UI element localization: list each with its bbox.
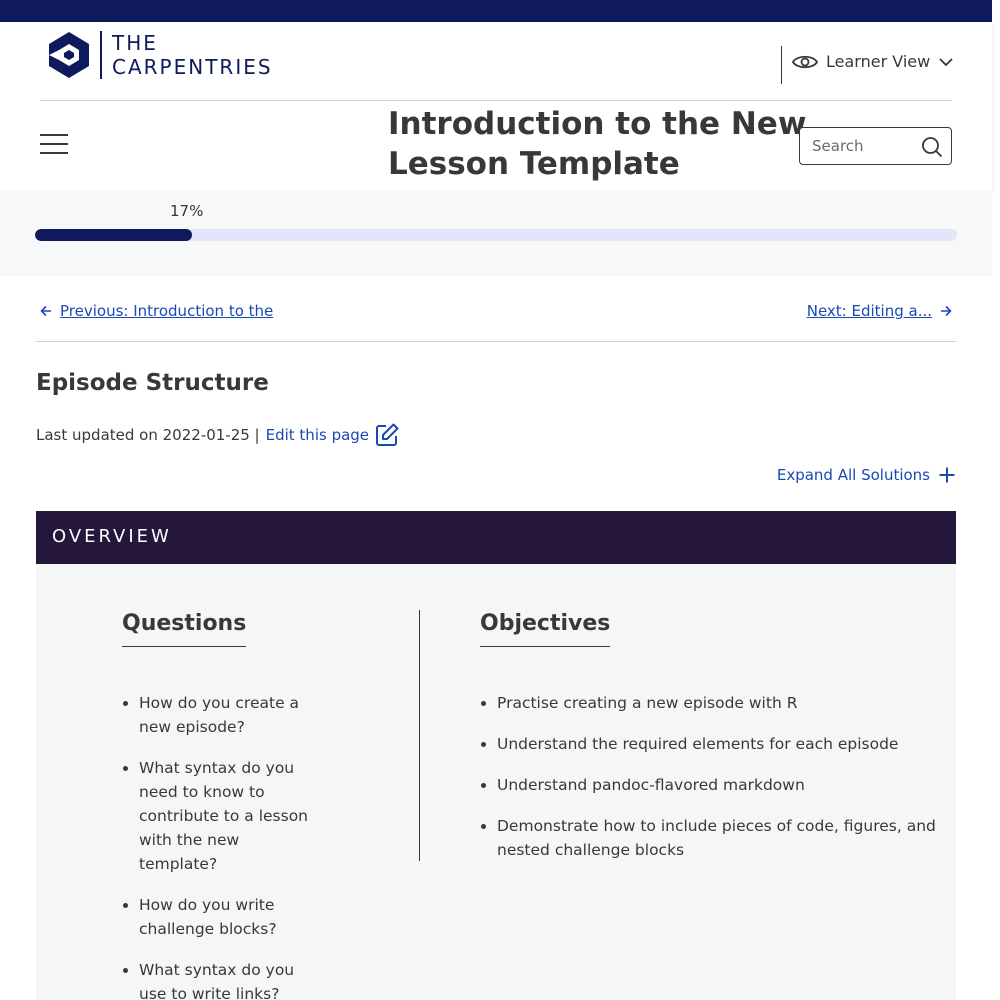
progress-fill [35, 229, 192, 241]
top-strip [0, 0, 992, 22]
search-icon[interactable] [921, 136, 943, 158]
objectives-heading: Objectives [480, 611, 611, 647]
arrow-right-icon [941, 305, 952, 317]
overview-heading: OVERVIEW [52, 526, 172, 547]
hamburger-line [40, 152, 68, 154]
carpentries-logo[interactable]: THE CARPENTRIES [44, 30, 273, 80]
chevron-down-icon [939, 57, 953, 66]
header-divider [40, 100, 952, 101]
logo-divider [100, 31, 102, 79]
eye-icon [792, 55, 818, 68]
question-item: What syntax do you need to know to contr… [139, 756, 311, 876]
edit-page-link[interactable]: Edit this page [266, 423, 399, 447]
episode-navigation: Previous: Introduction to the Next: Edit… [36, 300, 956, 342]
objective-item: Understand the required elements for eac… [497, 732, 937, 756]
plus-icon [939, 467, 955, 483]
carpentries-logo-icon [49, 32, 89, 78]
logo-line-1: THE [112, 31, 158, 55]
expand-all-label: Expand All Solutions [776, 466, 930, 484]
search-input[interactable] [812, 137, 922, 155]
questions-heading: Questions [122, 611, 247, 647]
episode-title: Episode Structure [36, 370, 269, 396]
objective-item: Understand pandoc-flavored markdown [497, 773, 937, 797]
progress-bar [35, 229, 957, 241]
objective-item: Demonstrate how to include pieces of cod… [497, 814, 937, 862]
learner-view-label: Learner View [826, 52, 931, 71]
question-item: How do you write challenge blocks? [139, 893, 311, 941]
logo-line-2: CARPENTRIES [112, 55, 273, 79]
previous-episode-label: Previous: Introduction to the [60, 302, 274, 320]
overview-body: Questions Objectives How do you create a… [36, 564, 956, 1000]
search-box [799, 127, 952, 165]
arrow-left-icon [40, 305, 51, 317]
edit-icon [376, 423, 399, 446]
question-item: How do you create a new episode? [139, 691, 311, 739]
hamburger-line [40, 134, 68, 136]
progress-label: 17% [170, 202, 204, 220]
logo-wordmark: THE CARPENTRIES [112, 31, 273, 79]
learner-view-dropdown[interactable]: Learner View [792, 52, 954, 71]
hamburger-line [40, 143, 68, 145]
objectives-list: Practise creating a new episode with R U… [497, 691, 937, 879]
site-header: THE CARPENTRIES Learner View Introductio… [0, 22, 992, 190]
menu-button[interactable] [40, 134, 68, 158]
previous-episode-link[interactable]: Previous: Introduction to the [40, 302, 273, 320]
last-updated-line: Last updated on 2022-01-25 | Edit this p… [36, 423, 399, 447]
next-episode-label: Next: Editing a... [806, 302, 932, 320]
overview-header: OVERVIEW [36, 511, 956, 564]
progress-section: 17% [0, 190, 992, 276]
edit-page-label: Edit this page [265, 426, 370, 444]
question-item: What syntax do you use to write links? [139, 958, 311, 1000]
expand-all-solutions-button[interactable]: Expand All Solutions [777, 466, 956, 484]
next-episode-link[interactable]: Next: Editing a... [807, 302, 952, 320]
column-divider [419, 610, 420, 861]
view-divider [781, 46, 782, 84]
objective-item: Practise creating a new episode with R [497, 691, 937, 715]
last-updated-text: Last updated on 2022-01-25 | [36, 426, 260, 444]
questions-list: How do you create a new episode? What sy… [139, 691, 311, 1000]
